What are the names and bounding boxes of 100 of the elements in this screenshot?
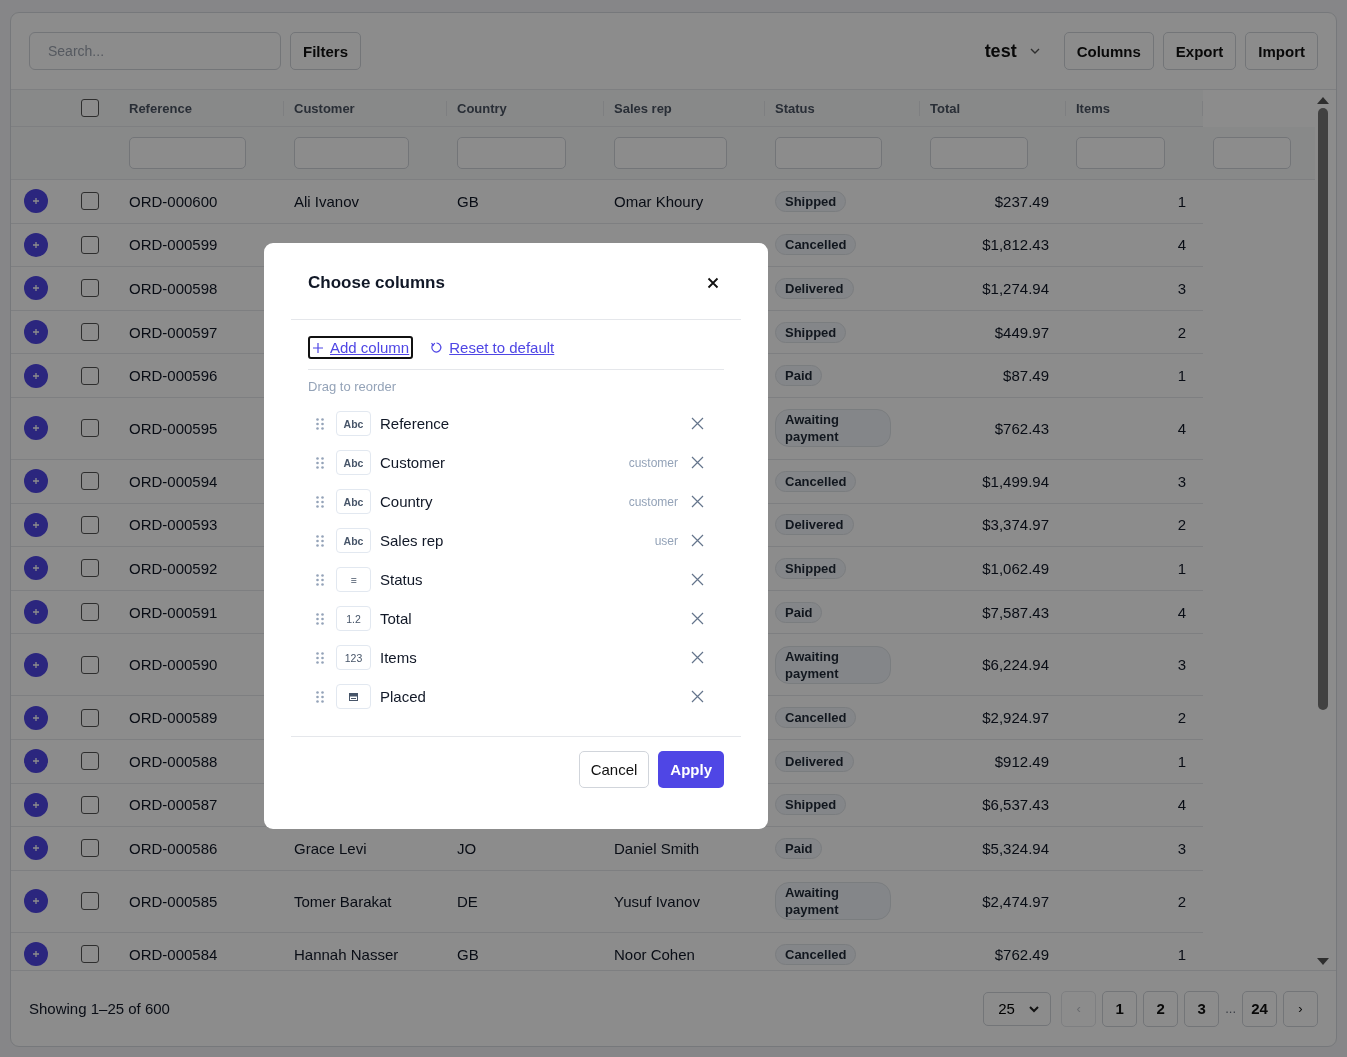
expand-button[interactable] bbox=[24, 556, 48, 581]
scroll-down-icon[interactable] bbox=[1317, 958, 1329, 966]
expand-button[interactable] bbox=[24, 889, 48, 914]
row-checkbox[interactable] bbox=[81, 515, 99, 534]
row-checkbox[interactable] bbox=[81, 795, 99, 814]
column-header[interactable]: Sales rep bbox=[614, 100, 672, 116]
table-cell: $3,374.97 bbox=[982, 516, 1049, 534]
expand-button[interactable] bbox=[24, 512, 48, 537]
drag-handle-icon[interactable] bbox=[316, 573, 324, 586]
expand-button[interactable] bbox=[24, 942, 48, 966]
toolbar-button[interactable]: Import bbox=[1245, 32, 1318, 70]
status-badge: Paid bbox=[775, 601, 823, 623]
table-cell: 4 bbox=[1177, 419, 1186, 437]
remove-icon[interactable] bbox=[691, 690, 704, 703]
expand-button[interactable] bbox=[24, 705, 48, 730]
expand-button[interactable] bbox=[24, 652, 48, 677]
view-selector[interactable]: test bbox=[984, 40, 1041, 62]
filter-field[interactable] bbox=[614, 137, 727, 169]
scroll-up-icon[interactable] bbox=[1317, 96, 1329, 104]
plus-icon bbox=[32, 757, 40, 766]
column-header[interactable]: Status bbox=[775, 100, 815, 116]
expand-button[interactable] bbox=[24, 320, 48, 345]
remove-icon[interactable] bbox=[691, 612, 704, 625]
row-checkbox[interactable] bbox=[81, 603, 99, 622]
row-checkbox[interactable] bbox=[81, 279, 99, 298]
column-header[interactable]: Reference bbox=[129, 100, 192, 116]
column-header[interactable]: Country bbox=[457, 100, 507, 116]
drag-handle-icon[interactable] bbox=[316, 690, 324, 703]
next-page-button[interactable]: › bbox=[1283, 990, 1318, 1027]
row-checkbox[interactable] bbox=[81, 752, 99, 771]
filters-button[interactable]: Filters bbox=[290, 32, 361, 70]
column-header[interactable]: Customer bbox=[294, 100, 355, 116]
row-checkbox[interactable] bbox=[81, 839, 99, 858]
row-checkbox[interactable] bbox=[81, 708, 99, 727]
row-checkbox[interactable] bbox=[81, 945, 99, 963]
expand-button[interactable] bbox=[24, 749, 48, 774]
cancel-button[interactable]: Cancel bbox=[578, 751, 650, 788]
page-button[interactable]: 3 bbox=[1184, 990, 1220, 1027]
toolbar-button[interactable]: Columns bbox=[1063, 32, 1154, 70]
page-button[interactable]: 1 bbox=[1102, 990, 1138, 1027]
filter-field[interactable] bbox=[1213, 137, 1291, 169]
row-checkbox[interactable] bbox=[81, 366, 99, 385]
remove-icon[interactable] bbox=[691, 495, 704, 508]
column-header[interactable]: Total bbox=[930, 100, 961, 116]
reset-link[interactable]: Reset to default bbox=[427, 337, 558, 358]
remove-icon[interactable] bbox=[691, 534, 704, 547]
status-badge: Paid bbox=[775, 837, 823, 859]
remove-icon[interactable] bbox=[691, 573, 704, 586]
page-size-select[interactable]: 25 bbox=[983, 991, 1052, 1026]
close-icon[interactable] bbox=[707, 277, 719, 289]
apply-button[interactable]: Apply bbox=[658, 751, 724, 788]
expand-button[interactable] bbox=[24, 792, 48, 817]
expand-button[interactable] bbox=[24, 189, 48, 214]
drag-handle-icon[interactable] bbox=[316, 495, 324, 508]
filter-field[interactable] bbox=[457, 137, 566, 169]
drag-handle-icon[interactable] bbox=[316, 612, 324, 625]
table-cell: ORD-000587 bbox=[129, 796, 218, 814]
row-checkbox[interactable] bbox=[81, 655, 99, 674]
row-checkbox[interactable] bbox=[81, 192, 99, 211]
column-source: customer bbox=[628, 455, 678, 470]
select-all-checkbox[interactable] bbox=[81, 99, 99, 117]
filter-field[interactable] bbox=[775, 137, 882, 169]
expand-button[interactable] bbox=[24, 232, 48, 257]
page-button[interactable]: 2 bbox=[1143, 990, 1179, 1027]
drag-handle-icon[interactable] bbox=[316, 417, 324, 430]
remove-icon[interactable] bbox=[691, 456, 704, 469]
expand-button[interactable] bbox=[24, 363, 48, 388]
remove-icon[interactable] bbox=[691, 417, 704, 430]
status-badge: Cancelled bbox=[775, 943, 857, 965]
filter-field[interactable] bbox=[1076, 137, 1165, 169]
drag-handle-icon[interactable] bbox=[316, 534, 324, 547]
table-cell: 2 bbox=[1177, 709, 1186, 727]
expand-button[interactable] bbox=[24, 469, 48, 494]
expand-button[interactable] bbox=[24, 276, 48, 301]
filter-field[interactable] bbox=[129, 137, 246, 169]
table-cell: ORD-000592 bbox=[129, 559, 218, 577]
reset-icon bbox=[430, 341, 444, 354]
expand-button[interactable] bbox=[24, 600, 48, 625]
column-header[interactable]: Items bbox=[1076, 100, 1110, 116]
filter-field[interactable] bbox=[930, 137, 1028, 169]
expand-button[interactable] bbox=[24, 836, 48, 861]
row-checkbox[interactable] bbox=[81, 472, 99, 491]
drag-handle-icon[interactable] bbox=[316, 651, 324, 664]
row-checkbox[interactable] bbox=[81, 235, 99, 254]
table-cell: $7,587.43 bbox=[982, 603, 1049, 621]
drag-handle-icon[interactable] bbox=[316, 456, 324, 469]
add-column-link[interactable]: Add column bbox=[308, 336, 414, 359]
row-checkbox[interactable] bbox=[81, 559, 99, 578]
row-checkbox[interactable] bbox=[81, 419, 99, 438]
expand-button[interactable] bbox=[24, 416, 48, 441]
page-button[interactable]: 24 bbox=[1242, 990, 1277, 1027]
row-checkbox[interactable] bbox=[81, 892, 99, 911]
remove-icon[interactable] bbox=[691, 651, 704, 664]
scrollbar-thumb[interactable] bbox=[1318, 108, 1328, 710]
row-checkbox[interactable] bbox=[81, 323, 99, 342]
filter-field[interactable] bbox=[294, 137, 409, 169]
table-cell: $6,224.94 bbox=[982, 656, 1049, 674]
type-tag: 123 bbox=[336, 645, 371, 670]
table-cell: ORD-000590 bbox=[129, 656, 218, 674]
toolbar-button[interactable]: Export bbox=[1162, 32, 1237, 70]
